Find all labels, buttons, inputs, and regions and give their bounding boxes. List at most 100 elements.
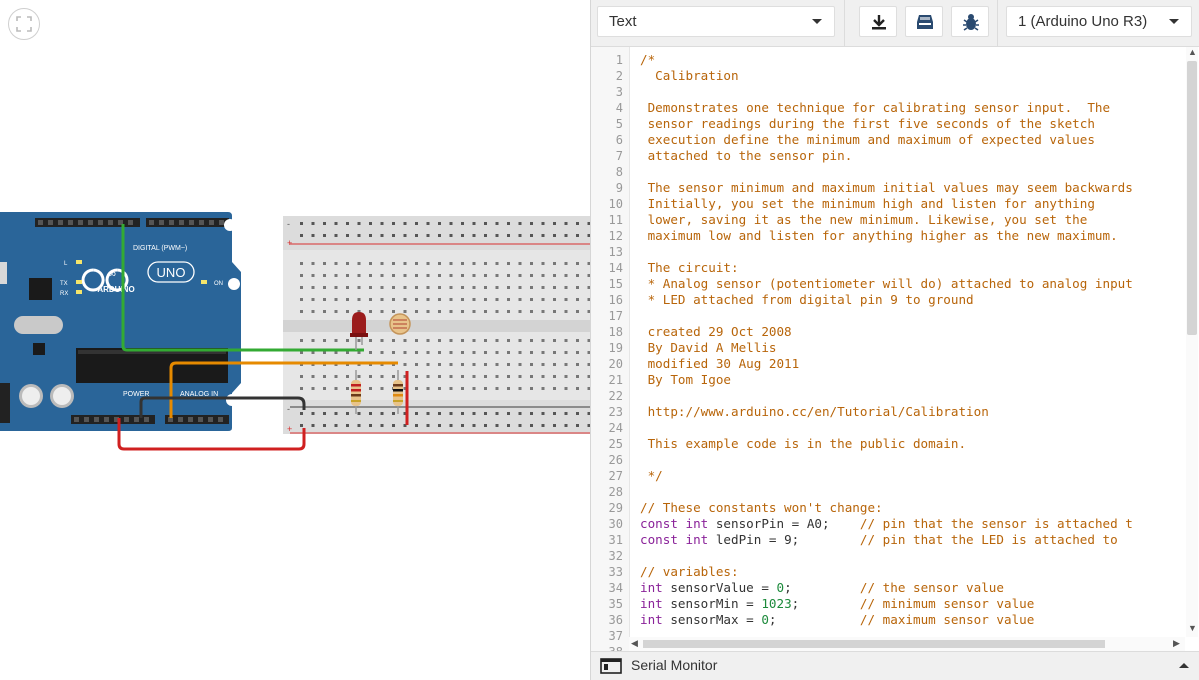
horizontal-scrollbar-thumb[interactable] — [643, 640, 1105, 648]
hole — [403, 286, 407, 289]
code-line[interactable]: */ — [640, 468, 663, 484]
code-line[interactable]: const int ledPin = 9; // pin that the LE… — [640, 532, 1118, 548]
circuit-canvas[interactable]: ∞ ARDUINO UNO DIGITAL (PWM~) POWER ANALO… — [0, 0, 590, 680]
hole — [461, 351, 464, 354]
code-line[interactable]: * Analog sensor (potentiometer will do) … — [640, 276, 1133, 292]
hole — [449, 262, 453, 265]
code-line[interactable]: sensor readings during the first five se… — [640, 116, 1095, 132]
hole — [380, 274, 384, 277]
code-line[interactable]: By David A Mellis — [640, 340, 777, 356]
hole — [357, 234, 361, 237]
hole — [311, 412, 315, 415]
hole — [415, 363, 418, 366]
hole — [415, 298, 418, 301]
hole — [311, 222, 315, 225]
hole — [518, 387, 522, 390]
hole — [495, 274, 499, 277]
scroll-down-icon[interactable]: ▼ — [1188, 623, 1197, 633]
hole — [576, 286, 579, 289]
hole — [507, 310, 510, 313]
code-line[interactable]: modified 30 Aug 2011 — [640, 356, 800, 372]
code-line[interactable]: maximum low and listen for anything high… — [640, 228, 1118, 244]
code-line[interactable]: // These constants won't change: — [640, 500, 883, 516]
code-line[interactable]: // variables: — [640, 564, 739, 580]
hole — [576, 298, 579, 301]
line-number: 27 — [608, 469, 623, 483]
code-line[interactable]: Demonstrates one technique for calibrati… — [640, 100, 1111, 116]
code-token: /* — [640, 52, 656, 67]
hole — [541, 424, 545, 427]
hole — [415, 424, 418, 427]
code-line[interactable]: Initially, you set the minimum high and … — [640, 196, 1095, 212]
code-line[interactable]: http://www.arduino.cc/en/Tutorial/Calibr… — [640, 404, 989, 420]
line-number: 31 — [608, 533, 623, 547]
code-editor[interactable]: 1 2 3 4 5 6 7 8 9 10 11 12 13 14 15 16 17 18 19 20 21 22 23 24 2… — [591, 47, 1199, 651]
scroll-up-icon[interactable]: ▲ — [1188, 47, 1197, 57]
download-button[interactable] — [859, 6, 897, 37]
hole — [346, 424, 349, 427]
hole — [357, 222, 361, 225]
line-number: 18 — [608, 325, 623, 339]
hole — [507, 222, 510, 225]
line-number: 34 — [608, 581, 623, 595]
hole — [346, 262, 349, 265]
breadboard[interactable]: - + - + — [283, 216, 590, 434]
hole — [392, 424, 395, 427]
hole — [94, 417, 99, 422]
hole — [392, 286, 395, 289]
hole — [380, 339, 384, 342]
code-toolbar: Text 1 (Arduino Uno R3) — [591, 0, 1199, 47]
hole — [518, 339, 522, 342]
code-line[interactable]: The sensor minimum and maximum initial v… — [640, 180, 1133, 196]
hole — [564, 274, 568, 277]
code-line[interactable]: * LED attached from digital pin 9 to gro… — [640, 292, 974, 308]
code-line[interactable]: int sensorValue = 0; // the sensor value — [640, 580, 1004, 596]
code-line[interactable]: created 29 Oct 2008 — [640, 324, 792, 340]
horizontal-scrollbar[interactable]: ◀ ▶ — [629, 637, 1185, 651]
hole — [449, 375, 453, 378]
code-token: http://www.arduino.cc/en/Tutorial/Calibr… — [640, 404, 989, 419]
line-number: 29 — [608, 501, 623, 515]
code-line[interactable]: The circuit: — [640, 260, 739, 276]
hole — [311, 375, 315, 378]
photoresistor[interactable] — [389, 313, 411, 335]
code-line[interactable]: By Tom Igoe — [640, 372, 731, 388]
vertical-scrollbar-thumb[interactable] — [1187, 61, 1197, 335]
hole — [311, 387, 315, 390]
hole — [438, 222, 441, 225]
code-line[interactable]: lower, saving it as the new minimum. Lik… — [640, 212, 1088, 228]
hole — [403, 339, 407, 342]
board-select[interactable]: 1 (Arduino Uno R3) — [1006, 6, 1192, 37]
code-mode-value: Text — [609, 13, 637, 30]
hole — [541, 234, 545, 237]
line-number: 38 — [593, 644, 623, 651]
hole — [169, 220, 174, 225]
hole — [507, 363, 510, 366]
hole — [311, 310, 315, 313]
hole — [323, 387, 326, 390]
code-line[interactable]: const int sensorPin = A0; // pin that th… — [640, 516, 1133, 532]
hole — [472, 339, 476, 342]
code-line[interactable]: This example code is in the public domai… — [640, 436, 966, 452]
line-number: 23 — [608, 405, 623, 419]
code-line[interactable]: int sensorMin = 1023; // minimum sensor … — [640, 596, 1034, 612]
debugger-button[interactable] — [951, 6, 989, 37]
code-line[interactable]: /* — [640, 52, 655, 68]
hole — [461, 387, 464, 390]
chevron-down-icon — [1169, 19, 1179, 24]
library-button[interactable] — [905, 6, 943, 37]
hole — [564, 222, 568, 225]
code-line[interactable]: Calibration — [640, 68, 738, 84]
hole — [108, 220, 113, 225]
vertical-scrollbar[interactable]: ▲ ▼ — [1186, 47, 1198, 637]
scroll-left-icon[interactable]: ◀ — [631, 638, 638, 649]
code-line[interactable]: attached to the sensor pin. — [640, 148, 853, 164]
code-mode-select[interactable]: Text — [597, 6, 835, 37]
chevron-up-icon[interactable] — [1179, 663, 1189, 668]
hole — [449, 310, 453, 313]
code-line[interactable]: int sensorMax = 0; // maximum sensor val… — [640, 612, 1034, 628]
digital-label: DIGITAL (PWM~) — [133, 245, 187, 252]
code-line[interactable]: execution define the minimum and maximum… — [640, 132, 1095, 148]
serial-monitor-bar[interactable]: Serial Monitor — [591, 651, 1199, 680]
scroll-right-icon[interactable]: ▶ — [1173, 638, 1180, 649]
